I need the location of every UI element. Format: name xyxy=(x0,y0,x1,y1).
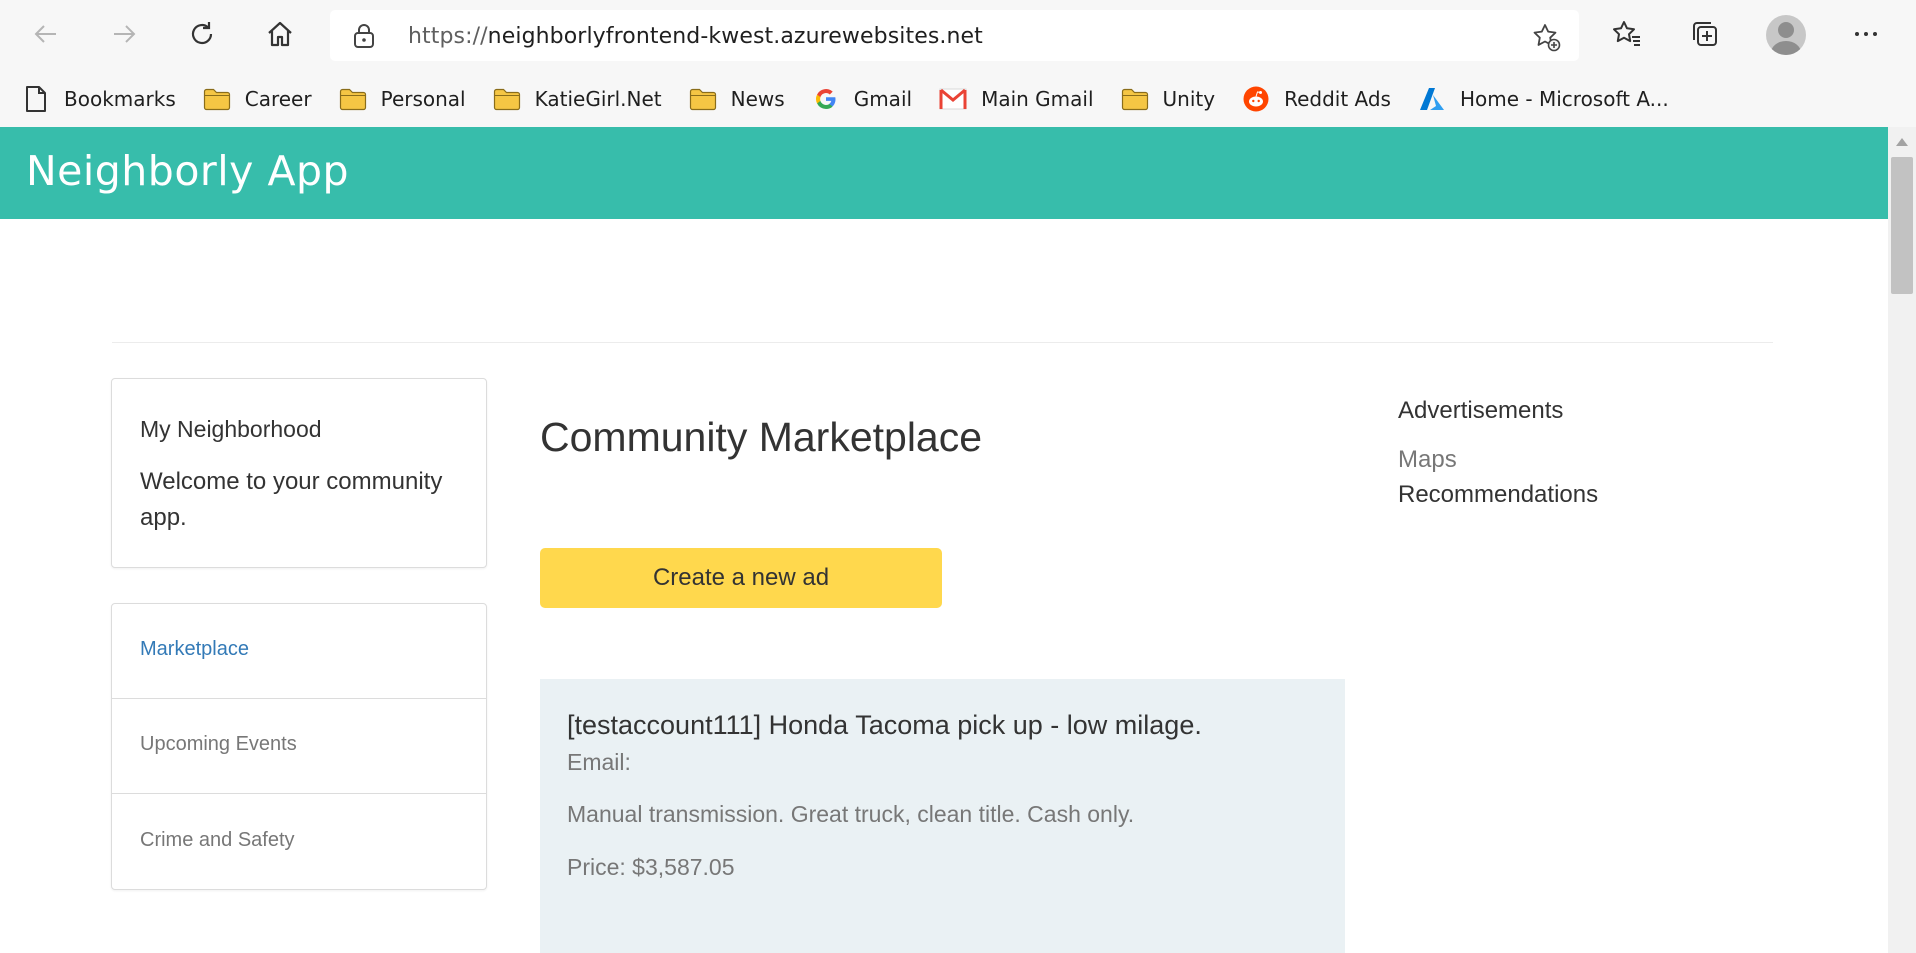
divider xyxy=(112,342,1773,343)
bookmarks-bar: Bookmarks Career Personal KatieGirl.Net News… xyxy=(0,70,1916,127)
nav-item-crime-and-safety[interactable]: Crime and Safety xyxy=(112,795,486,890)
app-brand[interactable]: Neighborly App xyxy=(26,147,349,195)
neighborhood-card: My Neighborhood Welcome to your communit… xyxy=(111,378,487,568)
page-icon xyxy=(22,85,50,113)
neighborhood-welcome-text: Welcome to your community app. xyxy=(140,468,443,531)
url-text[interactable]: https://neighborlyfrontend-kwest.azurewe… xyxy=(408,24,983,49)
address-bar[interactable]: https://neighborlyfrontend-kwest.azurewe… xyxy=(330,10,1579,61)
profile-avatar[interactable] xyxy=(1766,15,1806,55)
bookmark-label: Bookmarks xyxy=(64,86,176,111)
folder-icon xyxy=(203,85,231,113)
bookmark-gmail[interactable]: Gmail xyxy=(812,85,912,113)
bookmark-katiegirl-net[interactable]: KatieGirl.Net xyxy=(493,85,662,113)
bookmark-news[interactable]: News xyxy=(689,85,785,113)
bookmark-home-microsoft-a[interactable]: Home - Microsoft A... xyxy=(1418,85,1669,113)
favorites-button[interactable] xyxy=(1607,14,1647,54)
browser-chrome: https://neighborlyfrontend-kwest.azurewe… xyxy=(0,0,1916,127)
nav-item-label[interactable]: Marketplace xyxy=(140,638,249,661)
advertisements-title: Advertisements xyxy=(1398,397,1564,424)
more-menu-button[interactable] xyxy=(1846,14,1886,54)
arrow-right-icon xyxy=(114,25,136,43)
page-scrollbar[interactable] xyxy=(1888,127,1916,953)
url-protocol: https:// xyxy=(408,24,488,49)
bookmark-label: Home - Microsoft A... xyxy=(1459,86,1669,111)
back-button[interactable] xyxy=(26,14,66,54)
home-button[interactable] xyxy=(260,14,300,54)
browser-toolbar: https://neighborlyfrontend-kwest.azurewe… xyxy=(0,0,1916,70)
bookmark-career[interactable]: Career xyxy=(203,85,312,113)
app-header: Neighborly App xyxy=(0,127,1888,219)
folder-icon xyxy=(1121,85,1149,113)
nav-item-marketplace[interactable]: Marketplace xyxy=(112,604,486,699)
home-icon xyxy=(268,21,292,47)
page-title: Community Marketplace xyxy=(540,414,983,460)
folder-icon xyxy=(493,85,521,113)
scroll-up-arrow-icon[interactable] xyxy=(1896,138,1908,146)
nav-item-upcoming-events[interactable]: Upcoming Events xyxy=(112,699,486,794)
more-dots-icon xyxy=(1855,32,1877,36)
refresh-icon xyxy=(191,22,213,45)
create-new-ad-button[interactable]: Create a new ad xyxy=(540,548,942,608)
url-host: neighborlyfrontend-kwest.azurewebsites.n… xyxy=(487,24,983,49)
favorites-icon xyxy=(1613,21,1640,46)
listing-title[interactable]: [testaccount111] Honda Tacoma pick up - … xyxy=(567,710,1202,741)
maps-link[interactable]: Maps xyxy=(1398,446,1457,474)
avatar-head-shape xyxy=(1778,22,1794,38)
recommendations-link[interactable]: Recommendations xyxy=(1398,481,1598,509)
collections-button[interactable] xyxy=(1685,14,1725,54)
listing-card: [testaccount111] Honda Tacoma pick up - … xyxy=(540,679,1345,953)
avatar-body-shape xyxy=(1771,41,1801,55)
reddit-icon xyxy=(1242,85,1270,113)
listing-email: Email: xyxy=(567,749,631,775)
bookmark-reddit-ads[interactable]: Reddit Ads xyxy=(1242,85,1391,113)
folder-icon xyxy=(689,85,717,113)
google-icon xyxy=(812,85,840,113)
bookmark-label: KatieGirl.Net xyxy=(534,86,662,111)
listing-price: Price: $3,587.05 xyxy=(567,854,735,880)
scrollbar-thumb[interactable] xyxy=(1891,157,1913,294)
bookmark-unity[interactable]: Unity xyxy=(1121,85,1216,113)
bookmark-label: Career xyxy=(244,86,312,111)
neighborhood-title: My Neighborhood xyxy=(140,416,322,442)
lock-icon[interactable] xyxy=(352,23,376,49)
arrow-left-icon xyxy=(34,25,56,43)
bookmark-main-gmail[interactable]: Main Gmail xyxy=(939,85,1094,113)
web-page: Neighborly App My Neighborhood Welcome t… xyxy=(0,127,1888,953)
bookmark-label: Reddit Ads xyxy=(1284,86,1391,111)
bookmark-label: Main Gmail xyxy=(981,86,1094,111)
folder-icon xyxy=(339,85,367,113)
collections-icon xyxy=(1693,22,1717,46)
refresh-button[interactable] xyxy=(182,14,222,54)
bookmark-personal[interactable]: Personal xyxy=(339,85,466,113)
bookmark-bookmarks[interactable]: Bookmarks xyxy=(22,85,176,113)
bookmark-label: Personal xyxy=(380,86,466,111)
listing-description: Manual transmission. Great truck, clean … xyxy=(567,801,1135,827)
add-favorite-icon[interactable] xyxy=(1531,22,1561,52)
bookmark-label: Unity xyxy=(1162,86,1216,111)
nav-item-label[interactable]: Crime and Safety xyxy=(140,829,295,852)
forward-button[interactable] xyxy=(104,14,144,54)
azure-icon xyxy=(1418,85,1446,113)
sidebar-nav: Marketplace Upcoming Events Crime and Sa… xyxy=(111,603,487,890)
bookmark-label: News xyxy=(730,86,785,111)
bookmark-label: Gmail xyxy=(853,86,913,111)
nav-item-label[interactable]: Upcoming Events xyxy=(140,733,297,756)
gmail-icon xyxy=(939,85,967,113)
